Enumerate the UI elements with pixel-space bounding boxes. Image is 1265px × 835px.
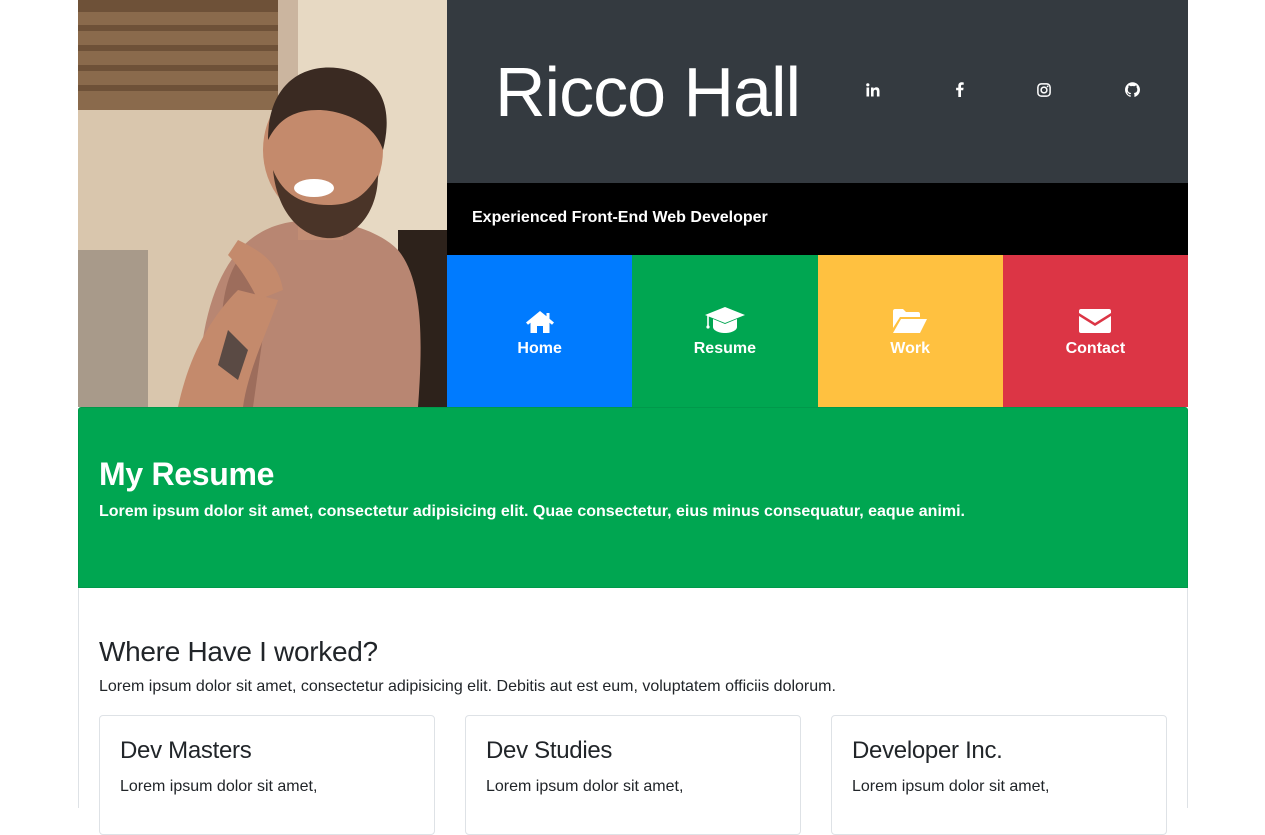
work-card-title: Dev Studies	[486, 737, 613, 764]
work-card-text: Lorem ipsum dolor sit amet,	[486, 778, 684, 795]
graduation-cap-icon	[704, 304, 746, 334]
home-icon	[525, 304, 555, 334]
nav-resume[interactable]: Resume	[632, 255, 818, 407]
page-container: Ricco Hall Experienced Front-End Web Dev…	[78, 0, 1188, 835]
work-card: Developer Inc. Lorem ipsum dolor sit ame…	[831, 715, 1167, 835]
work-section: Where Have I worked? Lorem ipsum dolor s…	[78, 588, 1188, 835]
work-title: Where Have I worked?	[99, 636, 378, 667]
linkedin-icon	[866, 82, 880, 102]
work-card-text: Lorem ipsum dolor sit amet,	[852, 778, 1050, 795]
work-card-title: Developer Inc.	[852, 737, 1003, 764]
nav-resume-label: Resume	[693, 340, 756, 357]
work-card: Dev Studies Lorem ipsum dolor sit amet,	[465, 715, 801, 835]
resume-title: My Resume	[99, 456, 275, 492]
name-bar: Ricco Hall	[447, 0, 1188, 183]
facebook-link[interactable]	[947, 80, 971, 104]
work-card-title: Dev Masters	[120, 737, 252, 764]
resume-banner: My Resume Lorem ipsum dolor sit amet, co…	[78, 407, 1188, 588]
envelope-icon	[1078, 304, 1112, 334]
work-card: Dev Masters Lorem ipsum dolor sit amet,	[99, 715, 435, 835]
github-icon	[1124, 82, 1140, 102]
github-link[interactable]	[1120, 80, 1144, 104]
profile-photo	[78, 0, 447, 407]
main-nav: Home Resume Work Contact	[447, 255, 1188, 407]
tagline: Experienced Front-End Web Developer	[472, 209, 768, 226]
nav-work[interactable]: Work	[817, 255, 1003, 407]
instagram-link[interactable]	[1032, 80, 1056, 104]
linkedin-link[interactable]	[861, 80, 885, 104]
site-header: Ricco Hall Experienced Front-End Web Dev…	[78, 0, 1188, 407]
nav-home[interactable]: Home	[447, 255, 633, 407]
nav-contact[interactable]: Contact	[1002, 255, 1188, 407]
folder-open-icon	[892, 304, 928, 334]
resume-text: Lorem ipsum dolor sit amet, consectetur …	[99, 503, 965, 520]
nav-contact-label: Contact	[1065, 340, 1126, 357]
work-card-text: Lorem ipsum dolor sit amet,	[120, 778, 318, 795]
work-intro: Lorem ipsum dolor sit amet, consectetur …	[99, 678, 836, 695]
instagram-icon	[1037, 82, 1051, 102]
site-title: Ricco Hall	[495, 53, 801, 131]
nav-home-label: Home	[517, 340, 562, 357]
nav-work-label: Work	[890, 340, 930, 357]
tagline-bar: Experienced Front-End Web Developer	[447, 183, 1188, 255]
facebook-icon	[955, 82, 964, 102]
